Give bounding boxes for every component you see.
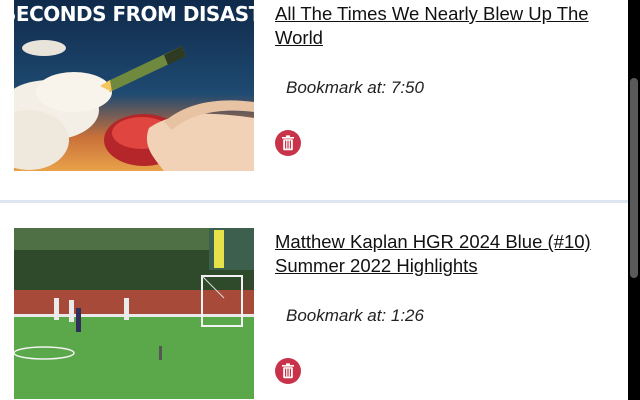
bookmark-time: Bookmark at: 1:26 [286,306,424,325]
scrollbar[interactable] [628,0,640,400]
delete-bookmark-button[interactable] [275,130,301,156]
video-thumbnail[interactable]: SECONDS FROM DISASTER [14,0,254,171]
thumbnail-caption: SECONDS FROM DISASTER [14,2,254,26]
delete-bookmark-button[interactable] [275,358,301,384]
trash-icon [282,135,294,151]
video-title-link[interactable]: Matthew Kaplan HGR 2024 Blue (#10) Summe… [275,230,615,278]
video-title-link[interactable]: All The Times We Nearly Blew Up The Worl… [275,2,615,50]
bookmark-card: Matthew Kaplan HGR 2024 Blue (#10) Summe… [0,203,628,400]
bookmark-time: Bookmark at: 7:50 [286,78,424,97]
scrollbar-thumb[interactable] [630,78,638,278]
trash-icon [282,363,294,379]
lacrosse-field-photo-icon [14,228,254,399]
bookmark-card: SECONDS FROM DISASTER All The Times We N… [0,0,628,200]
bookmark-list-panel: SECONDS FROM DISASTER All The Times We N… [0,0,628,400]
video-thumbnail[interactable] [14,228,254,399]
